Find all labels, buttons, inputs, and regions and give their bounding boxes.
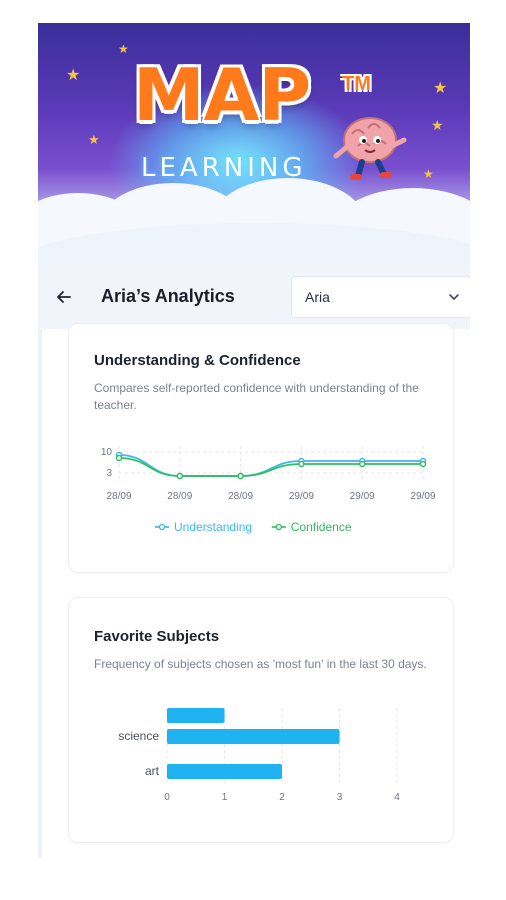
sidebar-edge: [38, 329, 42, 858]
favorite-subjects-chart: 0 1 2 3 4 science art: [118, 708, 400, 803]
category-label: art: [145, 764, 160, 778]
student-select[interactable]: Aria: [291, 276, 470, 318]
legend-label: Understanding: [174, 520, 252, 534]
analytics-content[interactable]: Understanding & Confidence Compares self…: [38, 323, 470, 858]
brain-mascot-icon: [333, 117, 407, 180]
student-select-value: Aria: [305, 289, 330, 305]
y-tick-label: 10: [101, 447, 113, 458]
star-icon: ★: [433, 80, 448, 97]
bar: [167, 729, 340, 744]
logo-title: MAP: [133, 53, 311, 137]
legend-marker: [275, 523, 282, 531]
x-tick-label: 29/09: [410, 491, 435, 502]
legend-marker: [158, 523, 166, 531]
understanding-confidence-card: Understanding & Confidence Compares self…: [68, 323, 454, 573]
x-tick-label: 4: [394, 792, 400, 803]
card-description: Frequency of subjects chosen as 'most fu…: [94, 657, 427, 671]
data-point: [115, 454, 123, 462]
category-label: science: [118, 729, 159, 743]
card-title: Understanding & Confidence: [94, 352, 301, 369]
data-point: [237, 472, 244, 480]
star-icon: ★: [431, 117, 444, 133]
analytics-header: Aria’s Analytics Aria: [38, 266, 470, 329]
app-window: ★ ★ ★ ★ ★ ★ MAP TM LEARNING Aria’s Analy…: [38, 23, 470, 858]
logo-trademark: TM: [342, 73, 371, 95]
hero-banner: ★ ★ ★ ★ ★ ★ MAP TM LEARNING: [38, 23, 470, 266]
bar: [167, 708, 225, 723]
page-title: Aria’s Analytics: [101, 286, 235, 306]
bar: [167, 764, 282, 779]
card-title: Favorite Subjects: [94, 628, 220, 645]
back-button[interactable]: [52, 285, 76, 309]
x-tick-label: 29/09: [350, 491, 375, 502]
card-description: Compares self-reported confidence with u…: [94, 381, 419, 412]
favorite-subjects-card: Favorite Subjects Frequency of subjects …: [68, 597, 454, 843]
x-tick-label: 1: [222, 792, 228, 803]
legend-label: Confidence: [291, 520, 352, 534]
understanding-confidence-chart: 10 3 28/09 28/09 28/09 29/09 29/09 29/09 Underst…: [101, 446, 436, 534]
x-tick-label: 29/09: [289, 491, 314, 502]
data-point: [419, 460, 427, 468]
x-tick-label: 0: [164, 792, 170, 803]
star-icon: ★: [118, 42, 129, 56]
star-icon: ★: [88, 132, 100, 147]
data-point: [359, 460, 366, 468]
x-tick-label: 3: [337, 792, 343, 803]
y-tick-label: 3: [106, 468, 112, 479]
data-point: [298, 460, 305, 468]
x-tick-label: 28/09: [228, 491, 253, 502]
star-icon: ★: [423, 167, 434, 181]
chevron-down-icon: [449, 294, 459, 300]
x-tick-label: 28/09: [106, 491, 131, 502]
arrow-left-icon: [57, 291, 71, 303]
star-icon: ★: [66, 67, 81, 84]
x-tick-label: 2: [279, 792, 285, 803]
x-tick-label: 28/09: [167, 491, 192, 502]
data-point: [176, 472, 184, 480]
